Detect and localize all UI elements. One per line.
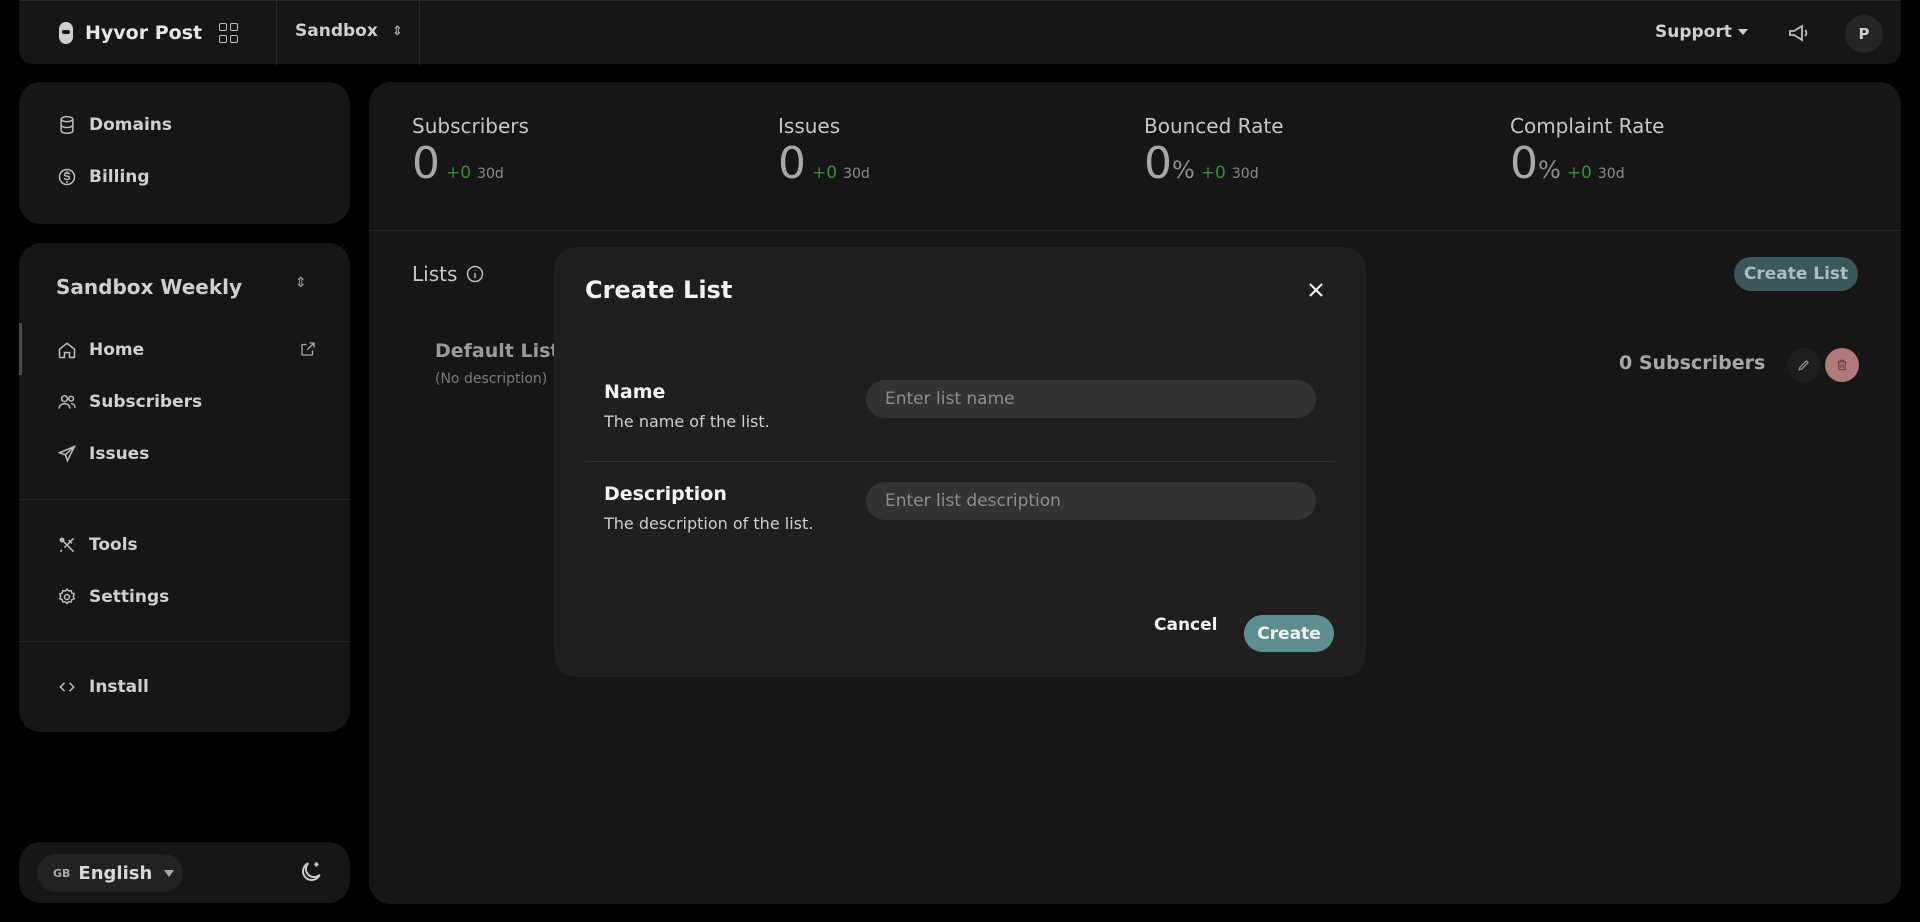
sidebar-item-label: Install (89, 677, 149, 697)
database-icon (60, 115, 74, 135)
brand-name: Hyvor Post (85, 22, 203, 44)
stat-label: Issues (778, 114, 841, 138)
project-name: Sandbox (295, 21, 378, 41)
stat-subscribers: Subscribers 0 +0 30d (412, 114, 529, 186)
close-icon[interactable] (1304, 278, 1328, 302)
moon-icon[interactable] (298, 859, 324, 885)
triangle-down-icon (164, 869, 175, 877)
stat-value: 0 (778, 138, 806, 189)
apps-grid-icon[interactable] (219, 23, 239, 43)
stat-percent: % (1538, 156, 1561, 184)
chevron-up-down-icon: ⇕ (391, 23, 403, 39)
stat-period: 30d (843, 166, 870, 182)
stat-period: 30d (477, 166, 504, 182)
stat-percent: % (1172, 156, 1195, 184)
support-menu[interactable]: Support (1655, 22, 1748, 42)
stat-delta: +0 (446, 163, 472, 183)
stat-period: 30d (1231, 166, 1259, 182)
description-hint: The description of the list. (604, 514, 814, 533)
external-link-icon[interactable] (299, 340, 317, 358)
pencil-icon (1798, 360, 1809, 371)
topbar-divider (276, 1, 277, 65)
sidebar-item-subscribers[interactable]: Subscribers (57, 392, 202, 412)
sidebar-item-label: Home (89, 340, 145, 360)
newsletter-name[interactable]: Sandbox Weekly (56, 275, 242, 299)
list-subscriber-count: 0 Subscribers (1619, 352, 1766, 374)
list-name-input[interactable] (866, 380, 1316, 418)
topbar-divider (419, 1, 420, 65)
sidebar-item-label: Billing (89, 167, 150, 187)
create-button[interactable]: Create (1244, 615, 1334, 652)
create-list-modal: Create List Name The name of the list. D… (554, 247, 1366, 677)
users-icon (58, 395, 76, 409)
sidebar-item-label: Settings (89, 587, 170, 607)
caret-down-icon (1737, 29, 1748, 35)
brand[interactable]: Hyvor Post (59, 21, 202, 45)
megaphone-icon[interactable] (1787, 21, 1811, 45)
stat-delta: +0 (1200, 163, 1226, 183)
stat-period: 30d (1597, 166, 1625, 182)
stat-issues: Issues 0 +0 30d (778, 114, 870, 186)
sidebar-item-label: Subscribers (89, 392, 203, 412)
sidebar-item-billing[interactable]: Billing (57, 167, 150, 187)
stats-divider (369, 230, 1901, 231)
sidebar-item-settings[interactable]: Settings (57, 587, 169, 607)
tools-icon (59, 537, 75, 553)
send-icon (57, 445, 77, 463)
stat-value: 0 (412, 138, 440, 189)
active-indicator (19, 323, 22, 375)
name-hint: The name of the list. (604, 412, 770, 431)
sidebar-divider (19, 641, 350, 642)
stat-value: 0 (1144, 138, 1172, 189)
stat-label: Subscribers (412, 114, 529, 138)
language-selector[interactable]: GB English (37, 854, 183, 892)
sidebar-item-label: Tools (89, 535, 138, 555)
stat-delta: +0 (812, 163, 838, 183)
delete-list-button[interactable] (1825, 348, 1859, 382)
modal-divider (585, 461, 1335, 462)
gear-icon (58, 587, 76, 605)
stat-bounced-rate: Bounced Rate 0 % +0 30d (1144, 114, 1284, 186)
description-label: Description (604, 483, 727, 505)
list-name: Default List (435, 340, 560, 362)
chevron-up-down-icon[interactable]: ⇕ (295, 275, 307, 291)
lists-title: Lists (412, 262, 458, 286)
stat-value: 0 (1510, 138, 1538, 189)
support-label: Support (1655, 22, 1732, 42)
language-label: English (78, 862, 153, 884)
avatar[interactable]: P (1845, 15, 1883, 53)
info-icon[interactable] (465, 264, 485, 284)
hyvor-logo-icon (59, 22, 73, 44)
stat-label: Bounced Rate (1144, 114, 1284, 138)
project-switcher[interactable]: Sandbox ⇕ (295, 21, 403, 41)
sidebar-item-domains[interactable]: Domains (57, 115, 172, 135)
sidebar-item-home[interactable]: Home (57, 340, 144, 360)
code-icon (59, 682, 75, 692)
sidebar-item-label: Domains (89, 115, 173, 135)
sidebar-account-panel: Domains Billing (19, 82, 350, 224)
top-bar: Hyvor Post Sandbox ⇕ Support P (19, 0, 1901, 65)
name-label: Name (604, 381, 666, 403)
home-icon (58, 342, 76, 359)
lists-heading: Lists (412, 262, 485, 286)
trash-icon (1837, 359, 1847, 371)
list-description-input[interactable] (866, 482, 1316, 520)
stat-delta: +0 (1566, 163, 1592, 183)
dollar-circle-icon (58, 168, 76, 186)
edit-list-button[interactable] (1787, 348, 1821, 382)
modal-title: Create List (585, 276, 733, 304)
sidebar-item-install[interactable]: Install (57, 677, 149, 697)
sidebar-item-issues[interactable]: Issues (57, 444, 149, 464)
sidebar-divider (19, 499, 350, 500)
sidebar-newsletter-panel: Sandbox Weekly ⇕ Home Subscribers Issues… (19, 243, 350, 732)
stat-label: Complaint Rate (1510, 114, 1665, 138)
list-description: (No description) (435, 371, 548, 387)
sidebar-item-tools[interactable]: Tools (57, 535, 138, 555)
flag-icon: GB (53, 866, 71, 880)
create-list-button[interactable]: Create List (1734, 257, 1858, 291)
cancel-button[interactable]: Cancel (1154, 615, 1217, 635)
sidebar-item-label: Issues (89, 444, 150, 464)
stat-complaint-rate: Complaint Rate 0 % +0 30d (1510, 114, 1664, 186)
sidebar-footer-panel: GB English (19, 842, 350, 903)
